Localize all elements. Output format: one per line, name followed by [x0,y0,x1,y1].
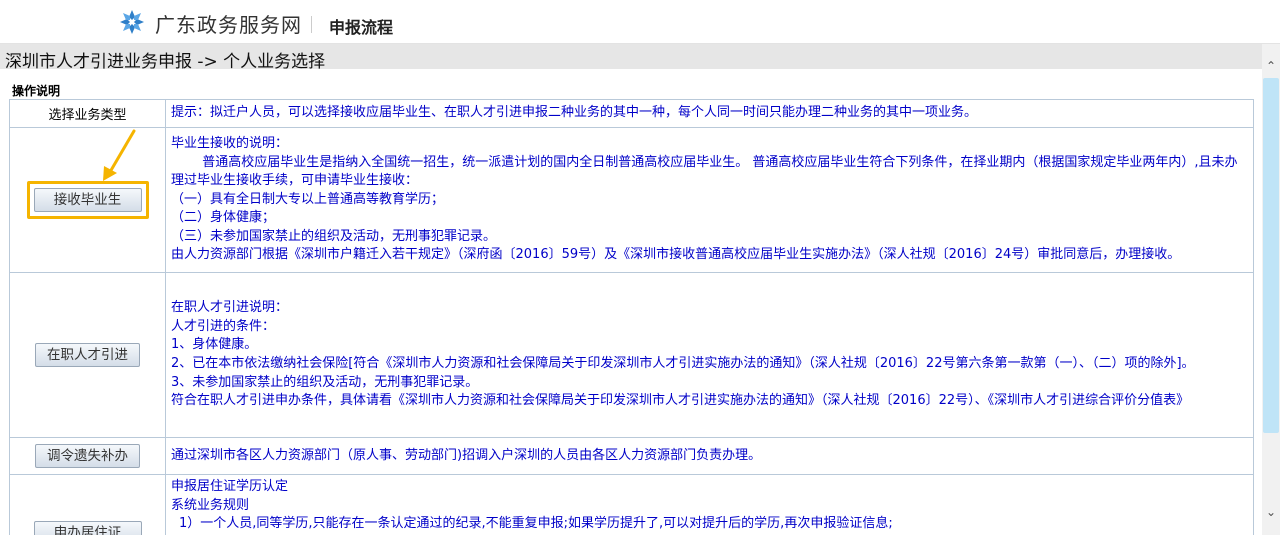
scroll-down-icon[interactable]: ⌄ [1262,503,1280,521]
description-line: 2、已在本市依法缴纳社会保险[符合《深圳市人力资源和社会保障局关于印发深圳市人才… [171,356,1195,371]
table-row: 申办居住证 申报居住证学历认定 系统业务规则 1）一个人员,同等学历,只能存在一… [9,474,1254,535]
table-row: 调令遗失补办 通过深圳市各区人力资源部门（原人事、劳动部门)招调入户深圳的人员由… [9,437,1254,475]
table-row: 接收毕业生 毕业生接收的说明： 普通高校应届毕业生是指纳入全国统一招生，统一派遣… [9,127,1254,273]
description-cell: 申报居住证学历认定 系统业务规则 1）一个人员,同等学历,只能存在一条认定通过的… [165,474,1254,535]
button-highlight-box: 接收毕业生 [26,181,149,219]
reissue-transfer-order-button[interactable]: 调令遗失补办 [35,444,140,468]
description-line: 系统业务规则 [171,497,250,513]
header-hint: 提示：拟迁户人员，可以选择接收应届毕业生、在职人才引进申报二种业务的其中一种，每… [165,99,1254,128]
description-line: 毕业生接收的说明： [171,135,289,151]
talent-introduction-button[interactable]: 在职人才引进 [35,343,140,367]
description-line: 由人力资源部门根据《深圳市户籍迁入若干规定》（深府函〔2016〕59号）及《深圳… [171,247,1181,263]
header-divider [311,16,312,33]
description-cell: 毕业生接收的说明： 普通高校应届毕业生是指纳入全国统一招生，统一派遣计划的国内全… [165,127,1254,273]
residence-permit-button[interactable]: 申办居住证 [33,521,142,535]
description-cell: 在职人才引进说明： 人才引进的条件： 1、身体健康。 2、已在本市依法缴纳社会保… [165,272,1254,438]
button-cell: 接收毕业生 [9,127,166,273]
description-line: （一）具有全日制大专以上普通高等教育学历； [171,191,445,207]
vertical-scrollbar[interactable]: ⌃ ⌄ [1262,44,1280,535]
description-line: 通过深圳市各区人力资源部门（原人事、劳动部门)招调入户深圳的人员由各区人力资源部… [171,447,762,463]
gd-logo-icon [120,10,144,34]
page-title-bar: 深圳市人才引进业务申报 -> 个人业务选择 [0,44,1262,72]
description-line: 申报居住证学历认定 [171,479,289,494]
description-line: 人才引进的条件： [171,318,276,334]
header-subtitle: 申报流程 [329,18,394,37]
description-line: （二）身体健康； [171,210,276,226]
scroll-thumb[interactable] [1263,78,1279,433]
business-type-table: 选择业务类型 提示：拟迁户人员，可以选择接收应届毕业生、在职人才引进申报二种业务… [9,99,1254,535]
scroll-up-icon[interactable]: ⌃ [1262,57,1280,75]
description-line: 在职人才引进说明： [171,300,289,316]
description-line: 1）一个人员,同等学历,只能存在一条认定通过的纪录,不能重复申报;如果学历提升了… [179,516,893,532]
button-cell: 调令遗失补办 [9,437,166,475]
description-cell: 通过深圳市各区人力资源部门（原人事、劳动部门)招调入户深圳的人员由各区人力资源部… [165,437,1254,475]
top-header: 广东政务服务网 申报流程 [0,0,1280,44]
button-cell: 在职人才引进 [9,272,166,438]
description-line: 3、未参加国家禁止的组织及活动，无刑事犯罪记录。 [171,374,479,390]
site-name[interactable]: 广东政务服务网 [155,9,302,38]
description-line: （三）未参加国家禁止的组织及活动，无刑事犯罪记录。 [171,228,497,244]
table-header-row: 选择业务类型 提示：拟迁户人员，可以选择接收应届毕业生、在职人才引进申报二种业务… [9,99,1254,128]
page-title: 深圳市人才引进业务申报 -> 个人业务选择 [5,52,326,72]
button-cell: 申办居住证 [9,474,166,535]
header-left-cell: 选择业务类型 [9,99,166,128]
description-line: 普通高校应届毕业生是指纳入全国统一招生，统一派遣计划的国内全日制普通高校应届毕业… [171,154,1238,189]
description-line: 符合在职人才引进申办条件，具体请看《深圳市人力资源和社会保障局关于印发深圳市人才… [171,393,1190,409]
table-row: 在职人才引进 在职人才引进说明： 人才引进的条件： 1、身体健康。 2、已在本市… [9,272,1254,438]
section-label: 操作说明 [12,84,61,98]
description-line: 1、身体健康。 [171,337,258,353]
accept-graduate-button[interactable]: 接收毕业生 [33,188,142,212]
